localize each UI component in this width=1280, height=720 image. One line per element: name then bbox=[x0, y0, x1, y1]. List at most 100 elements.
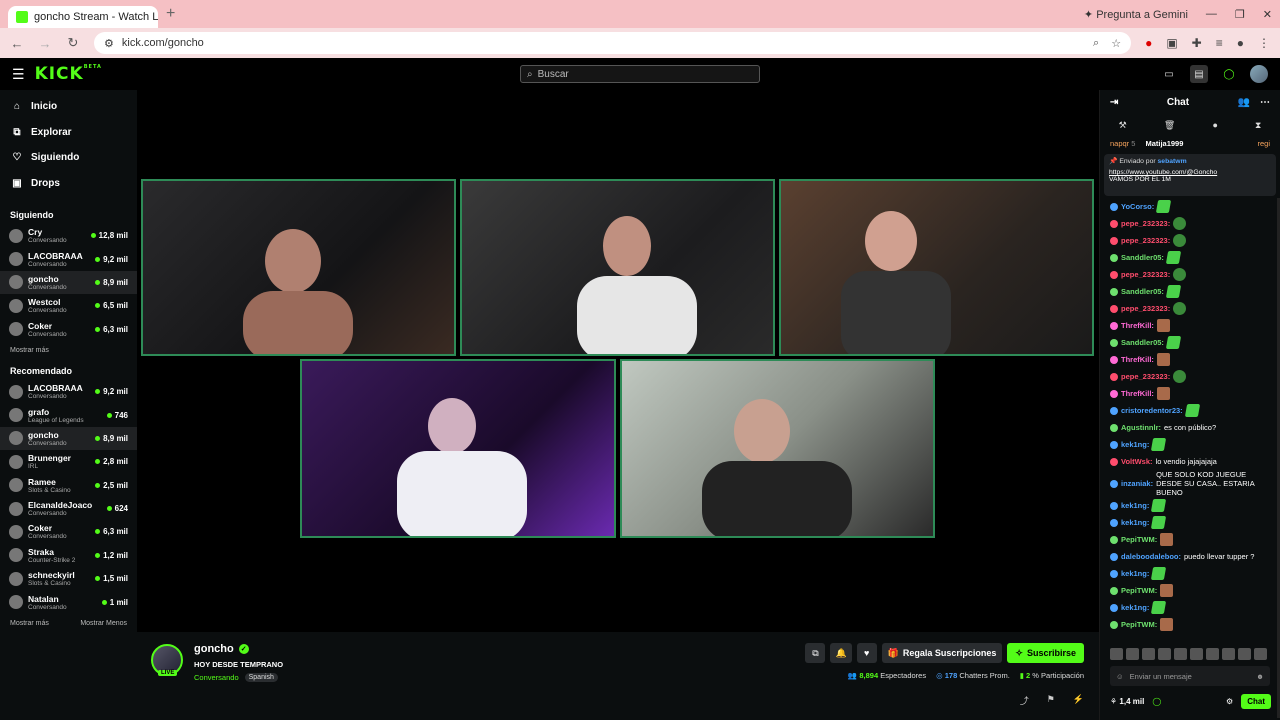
recommended-show-more[interactable]: Mostrar más bbox=[10, 620, 49, 627]
emote-slot[interactable] bbox=[1158, 648, 1171, 660]
chat-message[interactable]: kek1ng: bbox=[1100, 497, 1280, 514]
extensions-puzzle-icon[interactable]: ✚ bbox=[1192, 36, 1202, 50]
chat-username[interactable]: ThrefKill: bbox=[1121, 321, 1154, 330]
chat-message[interactable]: ThrefKill: bbox=[1100, 317, 1280, 334]
new-tab-icon[interactable]: + bbox=[166, 5, 175, 23]
chat-username[interactable]: pepe_232323: bbox=[1121, 219, 1170, 228]
chat-username[interactable]: ThrefKill: bbox=[1121, 355, 1154, 364]
chat-username[interactable]: pepe_232323: bbox=[1121, 372, 1170, 381]
chat-message[interactable]: PepiTWM: bbox=[1100, 582, 1280, 599]
minimize-icon[interactable]: — bbox=[1206, 8, 1217, 20]
menu-hamburger-icon[interactable]: ☰ bbox=[12, 66, 25, 83]
chat-message[interactable]: kek1ng: bbox=[1100, 436, 1280, 453]
gemini-button[interactable]: ✦ Pregunta a Gemini bbox=[1084, 8, 1188, 21]
language-tag[interactable]: Spanish bbox=[244, 673, 278, 682]
sidebar-channel[interactable]: goncho Conversando 8,9 mil bbox=[0, 426, 137, 451]
chat-message[interactable]: pepe_232323: bbox=[1100, 215, 1280, 232]
back-icon[interactable]: ← bbox=[10, 36, 24, 51]
chat-username[interactable]: Sanddler05: bbox=[1121, 287, 1164, 296]
chat-username[interactable]: Sanddler05: bbox=[1121, 253, 1164, 262]
chat-message-input[interactable]: ☺ Enviar un mensaje ☻ bbox=[1110, 666, 1270, 686]
chat-username[interactable]: daleboodaleboo: bbox=[1121, 552, 1181, 561]
emote-slot[interactable] bbox=[1222, 648, 1235, 660]
chat-message[interactable]: Agustinnlr: es con público? bbox=[1100, 419, 1280, 436]
zoom-icon[interactable]: ⌕ bbox=[1093, 37, 1099, 50]
sidebar-channel[interactable]: Westcol Conversando 6,5 mil bbox=[0, 294, 137, 317]
pinned-link[interactable]: https://www.youtube.com/@Goncho bbox=[1109, 169, 1271, 176]
kick-coin-icon[interactable]: ◯ bbox=[1152, 697, 1161, 706]
following-show-more[interactable]: Mostrar más bbox=[0, 341, 137, 360]
chat-username[interactable]: pepe_232323: bbox=[1121, 304, 1170, 313]
chat-username[interactable]: Agustinnlr: bbox=[1121, 423, 1161, 432]
chat-username[interactable]: pepe_232323: bbox=[1121, 270, 1170, 279]
chat-username[interactable]: kek1ng: bbox=[1121, 440, 1149, 449]
chat-message[interactable]: pepe_232323: bbox=[1100, 232, 1280, 249]
streamer-name[interactable]: goncho ✓ bbox=[194, 643, 249, 655]
chat-message[interactable]: cristoredentor23: bbox=[1100, 402, 1280, 419]
chat-message[interactable]: YoCorso: bbox=[1100, 198, 1280, 215]
chat-username[interactable]: PepiTWM: bbox=[1121, 586, 1157, 595]
bookmark-star-icon[interactable]: ☆ bbox=[1111, 37, 1121, 50]
emoji-icon[interactable]: ☺ bbox=[1116, 672, 1124, 681]
chat-username[interactable]: PepiTWM: bbox=[1121, 535, 1157, 544]
emote-slot[interactable] bbox=[1110, 648, 1123, 660]
chat-message[interactable]: pepe_232323: bbox=[1100, 300, 1280, 317]
theater-mode-icon[interactable]: ▭ bbox=[1160, 65, 1178, 83]
sidebar-item-drops[interactable]: ▣ Drops bbox=[0, 171, 137, 197]
emote-slot[interactable] bbox=[1126, 648, 1139, 660]
sidebar-item-siguiendo[interactable]: ♡ Siguiendo bbox=[0, 145, 137, 171]
chat-username[interactable]: ThrefKill: bbox=[1121, 389, 1154, 398]
chat-message[interactable]: PepiTWM: bbox=[1100, 616, 1280, 633]
trash-icon[interactable]: 🗑 bbox=[1164, 120, 1175, 131]
chat-username[interactable]: Sanddler05: bbox=[1121, 338, 1164, 347]
notification-bell-icon[interactable]: 🔔 bbox=[830, 643, 852, 663]
raid-icon[interactable]: ⚡ bbox=[1073, 694, 1084, 707]
chat-username[interactable]: VoltWsk: bbox=[1121, 457, 1153, 466]
reading-list-icon[interactable]: ≡ bbox=[1216, 36, 1223, 50]
report-flag-icon[interactable]: ⚑ bbox=[1047, 694, 1055, 707]
emote-slot[interactable] bbox=[1206, 648, 1219, 660]
sidebar-channel[interactable]: Coker Conversando 6,3 mil bbox=[0, 520, 137, 543]
extension-k-icon[interactable]: ▣ bbox=[1166, 36, 1177, 50]
url-bar[interactable]: ⚙ kick.com/goncho ⌕ ☆ bbox=[94, 32, 1132, 54]
chat-message[interactable]: kek1ng: bbox=[1100, 514, 1280, 531]
chat-username[interactable]: pepe_232323: bbox=[1121, 236, 1170, 245]
kick-logo[interactable]: KICKBETA bbox=[35, 64, 102, 84]
clip-icon[interactable]: ⧉ bbox=[805, 643, 826, 663]
sidebar-channel[interactable]: Brunenger IRL 2,8 mil bbox=[0, 450, 137, 473]
sidebar-channel[interactable]: LACOBRAAA Conversando 9,2 mil bbox=[0, 247, 137, 270]
chat-message[interactable]: kek1ng: bbox=[1100, 599, 1280, 616]
sidebar-channel[interactable]: Cry Conversando 12,8 mil bbox=[0, 224, 137, 247]
close-window-icon[interactable]: ✕ bbox=[1263, 8, 1272, 21]
chat-message[interactable]: ThrefKill: bbox=[1100, 351, 1280, 368]
chat-message[interactable]: inzaniak: QUE SOLO KOD JUEGUE DESDE SU CA… bbox=[1100, 470, 1280, 497]
stream-category[interactable]: Conversando bbox=[194, 673, 239, 682]
pinned-message[interactable]: 📌 Enviado por sebatwm https://www.youtub… bbox=[1104, 154, 1276, 196]
site-info-icon[interactable]: ⚙ bbox=[104, 37, 114, 50]
browser-menu-icon[interactable]: ⋮ bbox=[1258, 36, 1270, 50]
chat-message[interactable]: pepe_232323: bbox=[1100, 368, 1280, 385]
sidebar-channel[interactable]: ElcanaldeJoaco Conversando 624 bbox=[0, 497, 137, 520]
chat-message[interactable]: Sanddler05: bbox=[1100, 334, 1280, 351]
opera-icon[interactable]: ● bbox=[1145, 36, 1152, 50]
chat-username[interactable]: cristoredentor23: bbox=[1121, 406, 1183, 415]
hammer-icon[interactable]: ⚒ bbox=[1119, 120, 1127, 131]
video-player[interactable] bbox=[137, 90, 1099, 632]
chat-message[interactable]: PepiTWM: bbox=[1100, 531, 1280, 548]
sidebar-item-explorar[interactable]: ⧉ Explorar bbox=[0, 120, 137, 146]
sidebar-channel[interactable]: grafo League of Legends 746 bbox=[0, 403, 137, 426]
subscribe-button[interactable]: ✧ Suscribirse bbox=[1007, 643, 1084, 663]
chat-username[interactable]: kek1ng: bbox=[1121, 603, 1149, 612]
maximize-icon[interactable]: ❐ bbox=[1235, 8, 1245, 21]
emote-slot[interactable] bbox=[1238, 648, 1251, 660]
collapse-chat-icon[interactable]: ⇥ bbox=[1110, 97, 1118, 108]
chat-more-icon[interactable]: ⋯ bbox=[1260, 97, 1270, 108]
reload-icon[interactable]: ↻ bbox=[66, 35, 80, 51]
emote-slot[interactable] bbox=[1190, 648, 1203, 660]
chat-username[interactable]: kek1ng: bbox=[1121, 569, 1149, 578]
emote-slot[interactable] bbox=[1254, 648, 1267, 660]
chat-username[interactable]: kek1ng: bbox=[1121, 501, 1149, 510]
search-input[interactable]: ⌕ Buscar bbox=[520, 65, 760, 83]
chat-message[interactable]: pepe_232323: bbox=[1100, 266, 1280, 283]
emote-slot[interactable] bbox=[1174, 648, 1187, 660]
